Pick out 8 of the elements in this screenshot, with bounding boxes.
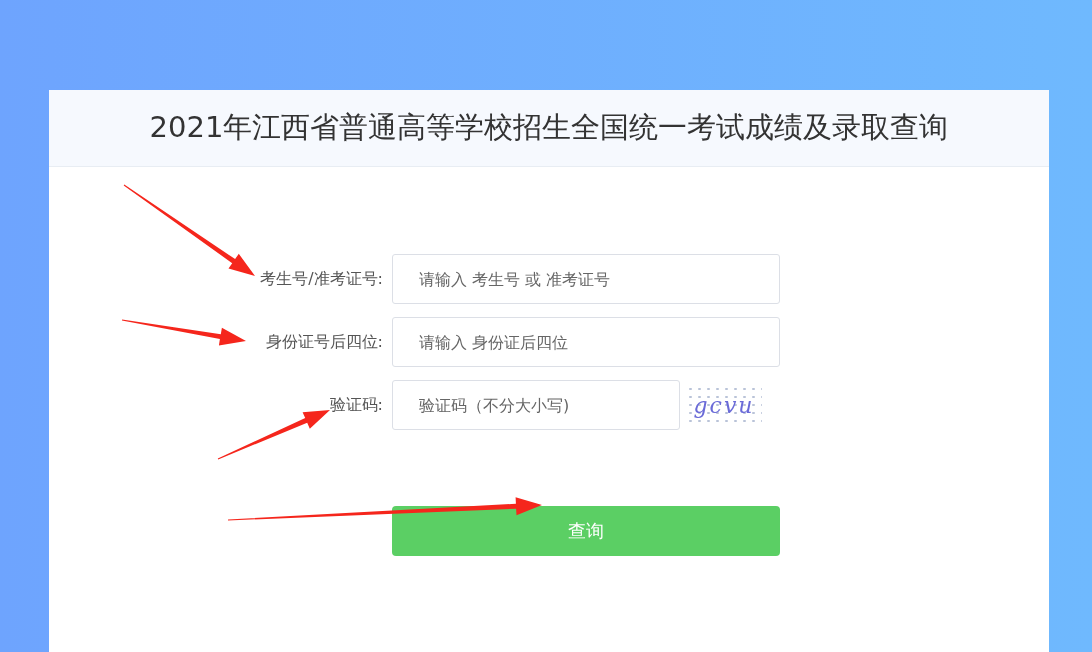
field-label: 考生号/准考证号:	[260, 268, 383, 290]
field-label: 身份证号后四位:	[265, 331, 383, 353]
captcha-field[interactable]: 验证码（不分大小写)	[392, 380, 680, 430]
field-label: 验证码:	[329, 394, 383, 416]
captcha-image[interactable]: gcvu	[686, 385, 762, 425]
input-field[interactable]: 请输入 考生号 或 准考证号	[392, 254, 780, 304]
input-field[interactable]: 请输入 身份证后四位	[392, 317, 780, 367]
page-title: 2021年江西省普通高等学校招生全国统一考试成绩及录取查询	[149, 109, 949, 146]
